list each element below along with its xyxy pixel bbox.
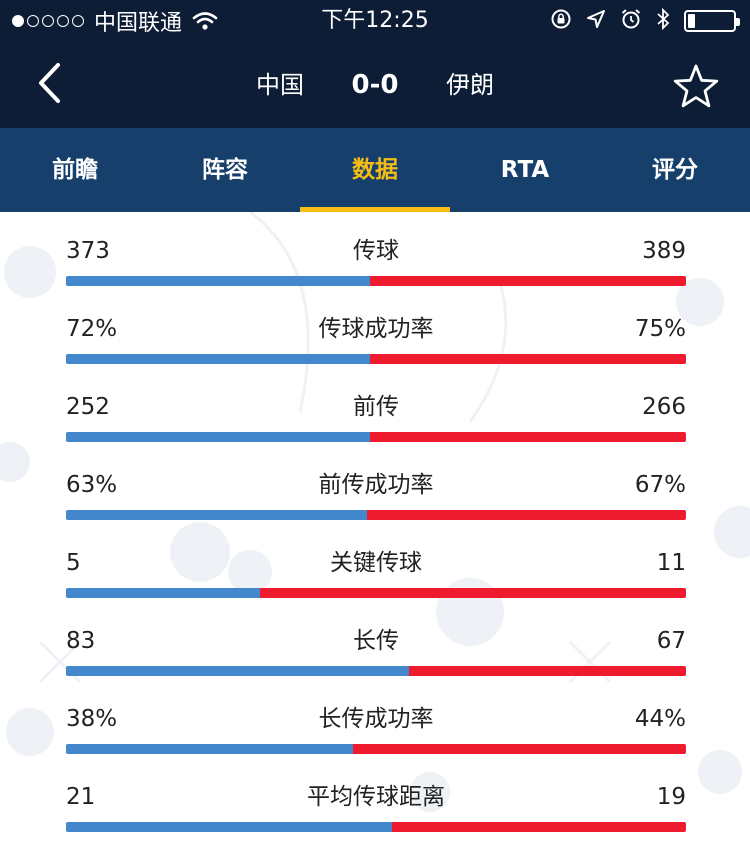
status-right: [550, 6, 740, 36]
comparison-bar: [66, 744, 686, 754]
away-bar: [369, 276, 686, 286]
tab-1[interactable]: 阵容: [150, 128, 300, 212]
alarm-icon: [620, 8, 642, 34]
match-score: 0-0: [351, 70, 399, 100]
comparison-bar: [66, 432, 686, 442]
comparison-bar: [66, 666, 686, 676]
away-stat-value: 44%: [634, 706, 686, 732]
tab-3[interactable]: RTA: [450, 128, 600, 212]
tab-2[interactable]: 数据: [300, 128, 450, 212]
home-bar: [66, 822, 392, 832]
away-stat-value: 67%: [634, 472, 686, 498]
away-team-name: 伊朗: [446, 71, 494, 99]
home-bar: [66, 432, 370, 442]
home-bar: [66, 510, 367, 520]
tab-4[interactable]: 评分: [600, 128, 750, 212]
stat-row: 83 长传 67: [66, 602, 686, 680]
stat-name: 长传成功率: [318, 706, 434, 732]
home-bar: [66, 276, 370, 286]
away-bar: [369, 354, 686, 364]
away-stat-value: 389: [642, 238, 686, 264]
status-bar: 中国联通 下午12:25: [0, 0, 750, 42]
stats-panel: 373 传球 389 72% 传球成功率 75% 252 前传 266 63% 前传成功率 67% 5 关…: [0, 212, 750, 843]
tab-0[interactable]: 前瞻: [0, 128, 150, 212]
away-stat-value: 266: [642, 394, 686, 420]
home-bar: [66, 744, 354, 754]
stat-name: 传球: [353, 238, 399, 264]
stat-name: 长传: [353, 628, 399, 654]
battery-icon: [684, 10, 740, 32]
comparison-bar: [66, 588, 686, 598]
stat-row: 252 前传 266: [66, 368, 686, 446]
home-bar: [66, 588, 261, 598]
comparison-bar: [66, 276, 686, 286]
home-team-name: 中国: [256, 71, 304, 99]
comparison-bar: [66, 510, 686, 520]
stat-name: 前传成功率: [318, 472, 434, 498]
away-bar: [408, 666, 686, 676]
away-bar: [369, 432, 686, 442]
away-stat-value: 75%: [634, 316, 686, 342]
favorite-button[interactable]: [668, 60, 724, 112]
bluetooth-icon: [656, 7, 670, 34]
away-stat-value: 67: [656, 628, 686, 654]
home-bar: [66, 354, 370, 364]
away-stat-value: 11: [656, 550, 686, 576]
away-bar: [391, 822, 686, 832]
stat-name: 前传: [353, 394, 399, 420]
stat-row: 5 关键传球 11: [66, 524, 686, 602]
location-icon: [586, 9, 606, 33]
match-header: 中国 0-0 伊朗: [0, 42, 750, 128]
home-bar: [66, 666, 409, 676]
stat-row: 21 平均传球距离 19: [66, 758, 686, 836]
away-bar: [260, 588, 686, 598]
stat-name: 平均传球距离: [307, 784, 445, 810]
back-button[interactable]: [24, 56, 74, 110]
comparison-bar: [66, 354, 686, 364]
stat-row: 63% 前传成功率 67%: [66, 446, 686, 524]
stat-name: 传球成功率: [318, 316, 434, 342]
stat-name: 关键传球: [330, 550, 422, 576]
away-bar: [353, 744, 686, 754]
back-arrow-icon: [39, 63, 60, 103]
away-bar: [366, 510, 686, 520]
lock-rotation-icon: [550, 8, 572, 34]
tab-bar: 前瞻 阵容 数据 RTA 评分: [0, 128, 750, 212]
away-stat-value: 19: [656, 784, 686, 810]
stat-row: 72% 传球成功率 75%: [66, 290, 686, 368]
comparison-bar: [66, 822, 686, 832]
star-icon: [673, 64, 719, 108]
stat-row: 38% 长传成功率 44%: [66, 680, 686, 758]
stat-row: 373 传球 389: [66, 212, 686, 290]
